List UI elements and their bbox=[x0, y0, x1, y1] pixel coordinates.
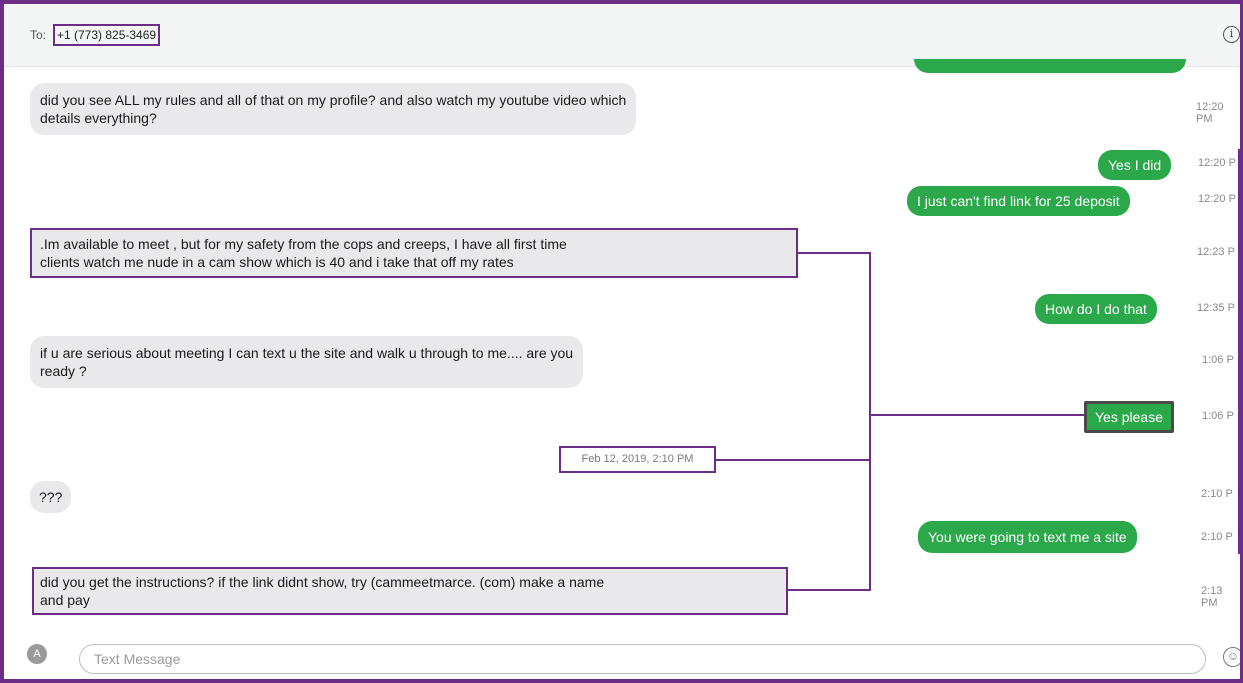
message-line: You were going to text me a site bbox=[928, 529, 1127, 545]
outgoing-message: You were going to text me a site bbox=[918, 521, 1137, 553]
message-timestamp: 2:10 P bbox=[1201, 531, 1233, 543]
message-line: Yes I did bbox=[1108, 157, 1162, 173]
annotation-line bbox=[788, 589, 871, 591]
info-icon[interactable]: i bbox=[1223, 26, 1240, 43]
conversation-header: To: +1 (773) 825-3469 i bbox=[4, 4, 1240, 67]
outgoing-message: I just can't find link for 25 deposit bbox=[907, 186, 1130, 216]
message-line: and pay bbox=[40, 592, 90, 608]
annotation-line bbox=[869, 414, 1084, 416]
messages-window: To: +1 (773) 825-3469 i did you see ALL … bbox=[0, 0, 1243, 683]
annotation-line bbox=[869, 414, 871, 591]
message-line: How do I do that bbox=[1045, 301, 1147, 317]
outgoing-message: Yes please bbox=[1084, 401, 1174, 433]
emoji-icon[interactable]: ☺ bbox=[1223, 647, 1240, 667]
message-line: did you see ALL my rules and all of that… bbox=[40, 92, 627, 108]
message-timestamp: 12:20 P bbox=[1198, 193, 1236, 205]
message-timestamp: 12:35 P bbox=[1197, 302, 1235, 314]
message-line: ??? bbox=[39, 489, 63, 505]
message-line: details everything? bbox=[40, 110, 157, 126]
annotation-line bbox=[798, 252, 870, 254]
annotation-line bbox=[869, 252, 871, 416]
message-line: did you get the instructions? if the lin… bbox=[40, 574, 605, 590]
recipient-number[interactable]: +1 (773) 825-3469 bbox=[53, 24, 161, 46]
annotation-line bbox=[716, 459, 871, 461]
message-line: ready ? bbox=[40, 363, 87, 379]
incoming-message: .Im available to meet , but for my safet… bbox=[30, 228, 798, 278]
message-line: .Im available to meet , but for my safet… bbox=[40, 236, 567, 252]
outgoing-message: Yes I did bbox=[1098, 150, 1172, 180]
message-timestamp: 12:20 PM bbox=[1196, 101, 1224, 125]
message-timestamp: 2:13 PM bbox=[1201, 585, 1223, 609]
message-input[interactable] bbox=[79, 644, 1206, 674]
previous-message-bubble bbox=[914, 59, 1186, 73]
message-timestamp: 12:20 P bbox=[1198, 157, 1236, 169]
message-line: clients watch me nude in a cam show whic… bbox=[40, 254, 514, 270]
message-line: if u are serious about meeting I can tex… bbox=[40, 345, 574, 361]
incoming-message: ??? bbox=[30, 481, 72, 513]
incoming-message: if u are serious about meeting I can tex… bbox=[30, 336, 584, 388]
message-timestamp: 1:06 P bbox=[1202, 410, 1234, 422]
message-timestamp: 12:23 P bbox=[1197, 246, 1235, 258]
app-store-icon[interactable]: A bbox=[27, 644, 47, 664]
message-timestamp: 1:06 P bbox=[1202, 354, 1234, 366]
incoming-message: did you see ALL my rules and all of that… bbox=[30, 83, 637, 135]
to-label: To: bbox=[30, 28, 47, 42]
date-separator: Feb 12, 2019, 2:10 PM bbox=[559, 446, 716, 473]
outgoing-message: How do I do that bbox=[1035, 294, 1157, 324]
message-timestamp: 2:10 P bbox=[1201, 488, 1233, 500]
annotation-bar bbox=[1238, 149, 1240, 554]
incoming-message: did you get the instructions? if the lin… bbox=[32, 567, 788, 615]
message-line: Yes please bbox=[1095, 409, 1163, 425]
message-line: I just can't find link for 25 deposit bbox=[917, 193, 1120, 209]
